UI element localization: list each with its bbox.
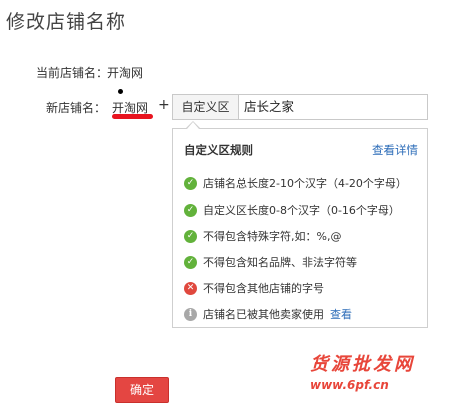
watermark-text: 货源批发网 (310, 354, 415, 375)
rule-item: ✕ 不得包含其他店铺的字号 (184, 280, 324, 296)
custom-name-input[interactable] (244, 95, 414, 119)
rules-panel-title: 自定义区规则 (184, 143, 253, 157)
current-name-label: 当前店铺名： (36, 66, 109, 80)
rule-item: ✓ 不得包含特殊字符,如：%,@ (184, 228, 341, 244)
custom-name-field[interactable]: 自定义区 (172, 94, 428, 120)
info-icon: i (184, 307, 197, 321)
rule-text: 店铺名已被其他卖家使用 (203, 308, 324, 321)
annotation-underline (112, 114, 153, 119)
check-icon: ✓ (184, 255, 197, 269)
panel-caret-fill (187, 122, 199, 129)
plus-sign: + (158, 97, 170, 113)
view-conflict-link[interactable]: 查看 (330, 306, 352, 322)
check-icon: ✓ (184, 176, 197, 190)
rule-item: ✓ 自定义区长度0-8个汉字（0-16个字母） (184, 202, 400, 218)
watermark-url: www.6pf.cn (310, 378, 389, 392)
rule-text: 不得包含知名品牌、非法字符等 (203, 256, 357, 269)
watermark: 货源批发网 www.6pf.cn (310, 350, 446, 392)
current-name-value: 开淘网 (107, 66, 144, 80)
rule-item: ✓ 不得包含知名品牌、非法字符等 (184, 254, 357, 270)
rule-text: 店铺名总长度2-10个汉字（4-20个字母） (203, 177, 407, 190)
cross-icon: ✕ (184, 281, 197, 295)
view-details-link[interactable]: 查看详情 (372, 142, 418, 158)
check-icon: ✓ (184, 203, 197, 217)
rule-text: 不得包含特殊字符,如：%,@ (203, 230, 342, 243)
confirm-button[interactable]: 确定 (115, 377, 169, 403)
rule-item: i 店铺名已被其他卖家使用 查看 (184, 306, 352, 322)
custom-area-prefix: 自定义区 (173, 95, 239, 119)
rule-text: 不得包含其他店铺的字号 (203, 282, 324, 295)
check-icon: ✓ (184, 229, 197, 243)
rule-item: ✓ 店铺名总长度2-10个汉字（4-20个字母） (184, 175, 407, 191)
rules-panel: 自定义区规则 查看详情 ✓ 店铺名总长度2-10个汉字（4-20个字母） ✓ 自… (172, 128, 428, 328)
annotation-dot (118, 89, 123, 94)
page-title: 修改店铺名称 (6, 11, 127, 33)
rule-text: 自定义区长度0-8个汉字（0-16个字母） (203, 204, 400, 217)
new-name-label: 新店铺名： (46, 101, 107, 115)
